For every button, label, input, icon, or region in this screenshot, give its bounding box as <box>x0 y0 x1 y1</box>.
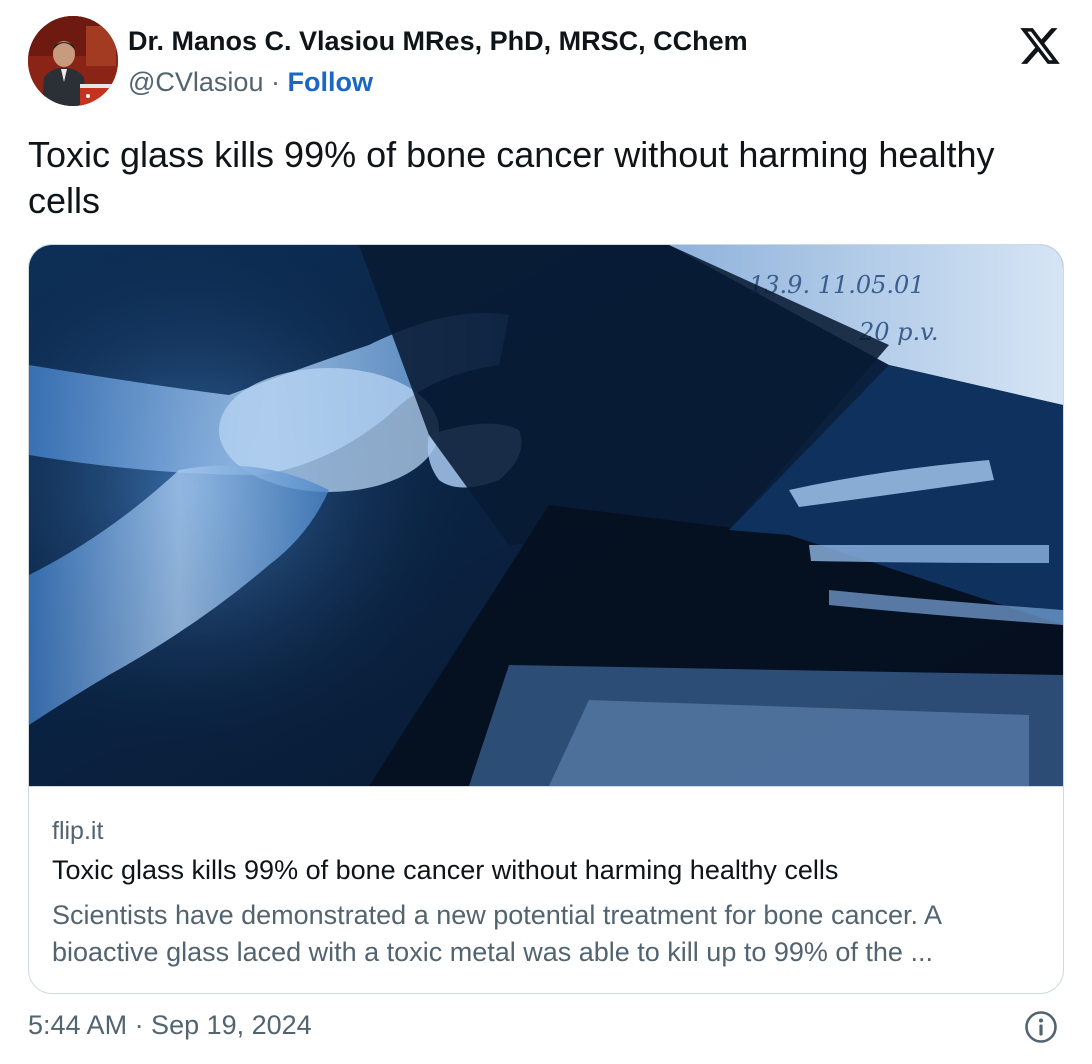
link-card-description: Scientists have demonstrated a new poten… <box>52 897 1037 971</box>
post-text: Toxic glass kills 99% of bone cancer wit… <box>28 134 995 221</box>
link-card-domain: flip.it <box>52 817 104 845</box>
follow-button[interactable]: Follow <box>287 67 372 97</box>
link-card[interactable]: 13.9. 11.05.01 20 p.v. flip.it Toxic gla… <box>28 244 1064 994</box>
post-header: Dr. Manos C. Vlasiou MRes, PhD, MRSC, CC… <box>28 16 1068 108</box>
post-timestamp[interactable]: 5:44 AM · Sep 19, 2024 <box>28 1010 312 1041</box>
info-icon[interactable] <box>1024 1010 1058 1044</box>
author-meta: @CVlasiou · Follow <box>128 67 373 98</box>
link-card-title: Toxic glass kills 99% of bone cancer wit… <box>52 855 839 885</box>
meta-separator: · <box>263 67 288 97</box>
link-card-description-line: bioactive glass laced with a toxic metal… <box>52 937 933 967</box>
author-handle[interactable]: @CVlasiou <box>128 67 263 97</box>
link-card-description-line: Scientists have demonstrated a new poten… <box>52 900 943 930</box>
author-name[interactable]: Dr. Manos C. Vlasiou MRes, PhD, MRSC, CC… <box>128 26 748 57</box>
author-avatar[interactable] <box>28 16 118 106</box>
link-card-image[interactable]: 13.9. 11.05.01 20 p.v. <box>29 245 1063 787</box>
x-logo-icon[interactable] <box>1018 24 1062 68</box>
